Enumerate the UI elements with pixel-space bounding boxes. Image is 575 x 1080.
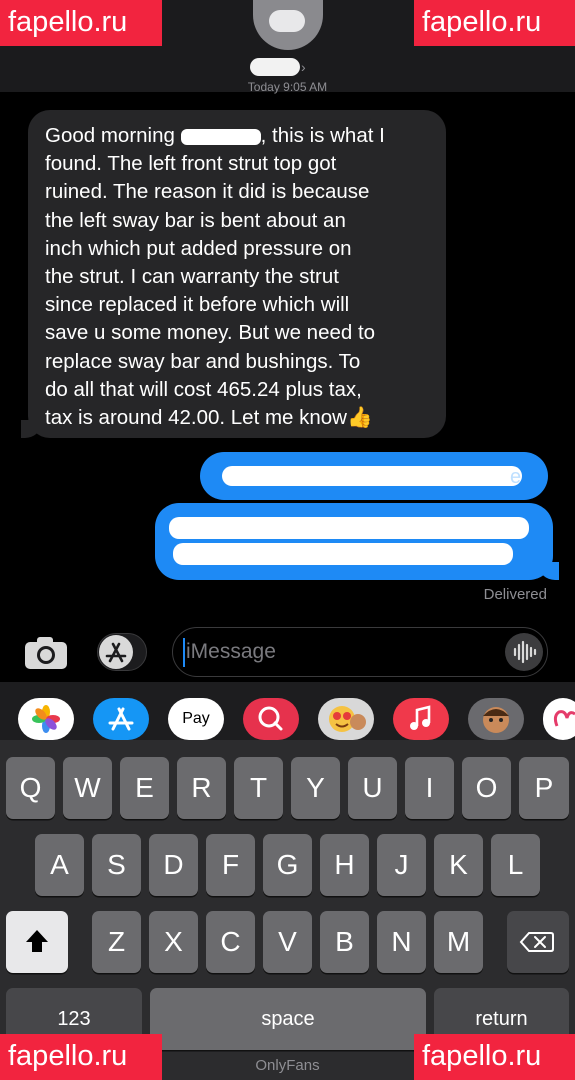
delete-key[interactable] <box>507 911 569 973</box>
outgoing-message-bubble[interactable] <box>200 452 548 500</box>
key-n[interactable]: N <box>377 911 426 973</box>
redaction-scribble <box>222 466 522 486</box>
greeting-suffix: , this is what I <box>260 124 385 147</box>
backspace-icon <box>519 932 554 952</box>
key-z[interactable]: Z <box>92 911 141 973</box>
message-line: ruined. The reason it did is because <box>45 180 370 204</box>
waveform-icon <box>513 640 537 664</box>
key-k[interactable]: K <box>434 834 483 896</box>
key-g[interactable]: G <box>263 834 312 896</box>
outgoing-visible-char: e <box>510 466 522 488</box>
music-app-icon[interactable] <box>393 698 449 740</box>
message-line: inch which put added pressure on <box>45 236 352 260</box>
camera-button[interactable] <box>23 635 69 671</box>
key-p[interactable]: P <box>519 757 569 819</box>
key-o[interactable]: O <box>462 757 511 819</box>
message-line: found. The left front strut top got <box>45 152 337 176</box>
memoji-icon[interactable] <box>468 698 524 740</box>
key-e[interactable]: E <box>120 757 169 819</box>
key-t[interactable]: T <box>234 757 283 819</box>
keyboard: Q W E R T Y U I O P A S D F G H J K L Z … <box>0 740 575 1080</box>
message-line: save u some money. But we need to <box>45 321 376 345</box>
contact-name-redacted[interactable] <box>250 58 300 76</box>
key-d[interactable]: D <box>149 834 198 896</box>
key-r[interactable]: R <box>177 757 226 819</box>
message-input[interactable]: iMessage <box>172 627 548 677</box>
apple-pay-app-icon[interactable]: Pay <box>168 698 224 740</box>
text-caret <box>183 638 185 667</box>
shift-key[interactable] <box>6 911 68 973</box>
watermark-top-right: fapello.ru <box>414 0 575 46</box>
key-b[interactable]: B <box>320 911 369 973</box>
key-y[interactable]: Y <box>291 757 340 819</box>
watermark-bottom-left: fapello.ru <box>0 1034 162 1080</box>
chevron-right-icon[interactable]: › <box>301 59 306 75</box>
key-u[interactable]: U <box>348 757 397 819</box>
redacted-name <box>180 128 261 145</box>
message-line: replace sway bar and bushings. To <box>45 349 361 373</box>
key-x[interactable]: X <box>149 911 198 973</box>
shift-arrow-icon <box>26 930 48 952</box>
audio-message-button[interactable] <box>505 633 543 671</box>
space-key[interactable]: space <box>150 988 426 1050</box>
memoji-stickers-icon[interactable] <box>318 698 374 740</box>
key-c[interactable]: C <box>206 911 255 973</box>
key-j[interactable]: J <box>377 834 426 896</box>
greeting-text: Good morning <box>45 124 175 147</box>
message-line: the left sway bar is bent about an <box>45 208 346 232</box>
photos-app-icon[interactable] <box>18 698 74 740</box>
message-line: do all that will cost 465.24 plus tax, <box>45 377 362 401</box>
watermark-bottom-right: fapello.ru <box>414 1034 575 1080</box>
outgoing-message-bubble[interactable] <box>155 503 559 580</box>
message-line: Good morning , this is what I <box>45 122 430 150</box>
app-store-button[interactable] <box>97 633 147 671</box>
key-l[interactable]: L <box>491 834 540 896</box>
digital-touch-icon[interactable] <box>543 698 575 740</box>
key-m[interactable]: M <box>434 911 483 973</box>
incoming-message-bubble[interactable]: Good morning , this is what I found. The… <box>21 110 446 438</box>
message-placeholder: iMessage <box>186 640 276 663</box>
message-line: tax is around 42.00. Let me know👍 <box>45 406 373 430</box>
key-v[interactable]: V <box>263 911 312 973</box>
image-search-app-icon[interactable] <box>243 698 299 740</box>
key-q[interactable]: Q <box>6 757 55 819</box>
app-store-icon <box>99 635 133 669</box>
app-store-app-icon[interactable] <box>93 698 149 740</box>
contact-avatar[interactable] <box>253 0 323 50</box>
delivery-status: Delivered <box>483 586 547 603</box>
camera-icon <box>25 637 67 669</box>
message-timestamp: Today 9:05 AM <box>247 80 328 94</box>
key-f[interactable]: F <box>206 834 255 896</box>
message-line: since replaced it before which will <box>45 293 350 317</box>
key-i[interactable]: I <box>405 757 454 819</box>
redaction-scribble <box>173 543 513 565</box>
key-s[interactable]: S <box>92 834 141 896</box>
message-line: the strut. I can warranty the strut <box>45 265 339 289</box>
watermark-top-left: fapello.ru <box>0 0 162 46</box>
redaction-scribble <box>169 517 529 539</box>
key-h[interactable]: H <box>320 834 369 896</box>
key-a[interactable]: A <box>35 834 84 896</box>
key-w[interactable]: W <box>63 757 112 819</box>
